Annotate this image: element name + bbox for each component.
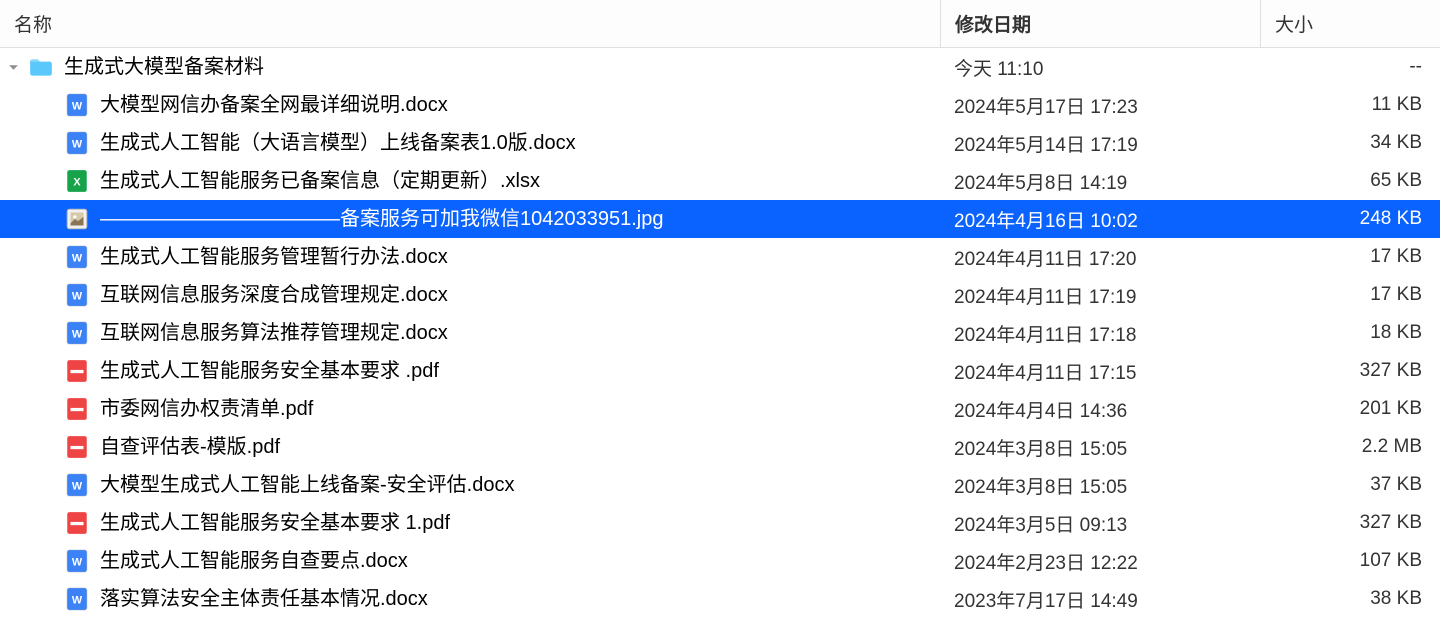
svg-text:X: X (73, 176, 81, 188)
folder-icon (28, 54, 54, 80)
column-header-date[interactable]: 修改日期 (940, 0, 1260, 47)
file-row[interactable]: W 生成式人工智能服务管理暂行办法.docx 2024年4月11日 17:20 … (0, 238, 1440, 276)
folder-name-label: 生成式大模型备案材料 (64, 57, 264, 77)
file-size-label: 37 KB (1260, 474, 1440, 496)
file-size-label: 17 KB (1260, 284, 1440, 306)
column-size-label: 大小 (1275, 10, 1313, 37)
pdf-file-icon (64, 396, 90, 422)
file-name-label: 生成式人工智能服务安全基本要求 1.pdf (100, 513, 450, 533)
file-name-label: 互联网信息服务深度合成管理规定.docx (100, 285, 448, 305)
file-size-label: 2.2 MB (1260, 436, 1440, 458)
file-date-label: 2024年4月11日 17:15 (940, 358, 1260, 385)
pdf-file-icon (64, 358, 90, 384)
column-header-row: 名称 修改日期 大小 (0, 0, 1440, 48)
docx-file-icon: W (64, 586, 90, 612)
file-date-label: 2024年4月11日 17:20 (940, 244, 1260, 271)
file-size-label: 34 KB (1260, 132, 1440, 154)
svg-text:W: W (72, 290, 83, 302)
file-row[interactable]: W 互联网信息服务深度合成管理规定.docx 2024年4月11日 17:19 … (0, 276, 1440, 314)
file-name-label: 生成式人工智能（大语言模型）上线备案表1.0版.docx (100, 133, 576, 153)
file-row[interactable]: 自查评估表-模版.pdf 2024年3月8日 15:05 2.2 MB (0, 428, 1440, 466)
file-row[interactable]: W 大模型生成式人工智能上线备案-安全评估.docx 2024年3月8日 15:… (0, 466, 1440, 504)
pdf-file-icon (64, 434, 90, 460)
file-name-label: 生成式人工智能服务自查要点.docx (100, 551, 408, 571)
file-date-label: 2024年5月14日 17:19 (940, 130, 1260, 157)
file-size-label: 248 KB (1260, 208, 1440, 230)
file-size-label: 38 KB (1260, 588, 1440, 610)
file-date-label: 2024年2月23日 12:22 (940, 548, 1260, 575)
file-date-label: 2024年3月5日 09:13 (940, 510, 1260, 537)
file-size-label: 107 KB (1260, 550, 1440, 572)
file-size-label: 201 KB (1260, 398, 1440, 420)
disclosure-triangle-open-icon[interactable] (4, 58, 22, 76)
docx-file-icon: W (64, 548, 90, 574)
docx-file-icon: W (64, 320, 90, 346)
file-size-label: 17 KB (1260, 246, 1440, 268)
file-row[interactable]: ————————————备案服务可加我微信1042033951.jpg 2024… (0, 200, 1440, 238)
file-row[interactable]: W 大模型网信办备案全网最详细说明.docx 2024年5月17日 17:23 … (0, 86, 1440, 124)
file-date-label: 2024年4月11日 17:19 (940, 282, 1260, 309)
svg-text:W: W (72, 594, 83, 606)
file-row[interactable]: X 生成式人工智能服务已备案信息（定期更新）.xlsx 2024年5月8日 14… (0, 162, 1440, 200)
file-name-label: 互联网信息服务算法推荐管理规定.docx (100, 323, 448, 343)
pdf-file-icon (64, 510, 90, 536)
file-row[interactable]: W 落实算法安全主体责任基本情况.docx 2023年7月17日 14:49 3… (0, 580, 1440, 618)
file-name-label: 大模型生成式人工智能上线备案-安全评估.docx (100, 475, 514, 495)
file-name-label: 大模型网信办备案全网最详细说明.docx (100, 95, 448, 115)
svg-text:W: W (72, 252, 83, 264)
file-date-label: 2024年4月16日 10:02 (940, 206, 1260, 233)
file-size-label: -- (1260, 56, 1440, 78)
file-date-label: 2024年3月8日 15:05 (940, 434, 1260, 461)
xlsx-file-icon: X (64, 168, 90, 194)
file-date-label: 2024年4月11日 17:18 (940, 320, 1260, 347)
file-name-label: 生成式人工智能服务管理暂行办法.docx (100, 247, 448, 267)
docx-file-icon: W (64, 472, 90, 498)
svg-text:W: W (72, 328, 83, 340)
file-name-label: 生成式人工智能服务已备案信息（定期更新）.xlsx (100, 171, 540, 191)
docx-file-icon: W (64, 130, 90, 156)
file-size-label: 327 KB (1260, 360, 1440, 382)
file-row[interactable]: W 生成式人工智能服务自查要点.docx 2024年2月23日 12:22 10… (0, 542, 1440, 580)
file-size-label: 18 KB (1260, 322, 1440, 344)
svg-text:W: W (72, 138, 83, 150)
folder-row[interactable]: 生成式大模型备案材料 今天 11:10 -- (0, 48, 1440, 86)
docx-file-icon: W (64, 282, 90, 308)
file-name-label: ————————————备案服务可加我微信1042033951.jpg (100, 209, 663, 229)
file-name-label: 市委网信办权责清单.pdf (100, 399, 313, 419)
file-name-label: 落实算法安全主体责任基本情况.docx (100, 589, 428, 609)
file-row[interactable]: 生成式人工智能服务安全基本要求 1.pdf 2024年3月5日 09:13 32… (0, 504, 1440, 542)
file-row[interactable]: 生成式人工智能服务安全基本要求 .pdf 2024年4月11日 17:15 32… (0, 352, 1440, 390)
file-date-label: 2024年5月8日 14:19 (940, 168, 1260, 195)
file-list: 生成式大模型备案材料 今天 11:10 -- W 大模型网信办备案全网最详细说明… (0, 48, 1440, 618)
column-header-name[interactable]: 名称 (0, 0, 940, 47)
column-name-label: 名称 (14, 10, 52, 37)
docx-file-icon: W (64, 92, 90, 118)
svg-text:W: W (72, 556, 83, 568)
file-size-label: 65 KB (1260, 170, 1440, 192)
file-row[interactable]: 市委网信办权责清单.pdf 2024年4月4日 14:36 201 KB (0, 390, 1440, 428)
file-name-label: 自查评估表-模版.pdf (100, 437, 280, 457)
file-name-label: 生成式人工智能服务安全基本要求 .pdf (100, 361, 439, 381)
file-date-label: 今天 11:10 (940, 54, 1260, 81)
jpg-file-icon (64, 206, 90, 232)
file-date-label: 2024年4月4日 14:36 (940, 396, 1260, 423)
file-date-label: 2024年5月17日 17:23 (940, 92, 1260, 119)
file-size-label: 327 KB (1260, 512, 1440, 534)
svg-text:W: W (72, 100, 83, 112)
file-date-label: 2024年3月8日 15:05 (940, 472, 1260, 499)
file-date-label: 2023年7月17日 14:49 (940, 586, 1260, 613)
file-row[interactable]: W 生成式人工智能（大语言模型）上线备案表1.0版.docx 2024年5月14… (0, 124, 1440, 162)
file-row[interactable]: W 互联网信息服务算法推荐管理规定.docx 2024年4月11日 17:18 … (0, 314, 1440, 352)
svg-text:W: W (72, 480, 83, 492)
column-date-label: 修改日期 (955, 10, 1031, 37)
file-size-label: 11 KB (1260, 94, 1440, 116)
docx-file-icon: W (64, 244, 90, 270)
column-header-size[interactable]: 大小 (1260, 0, 1440, 47)
